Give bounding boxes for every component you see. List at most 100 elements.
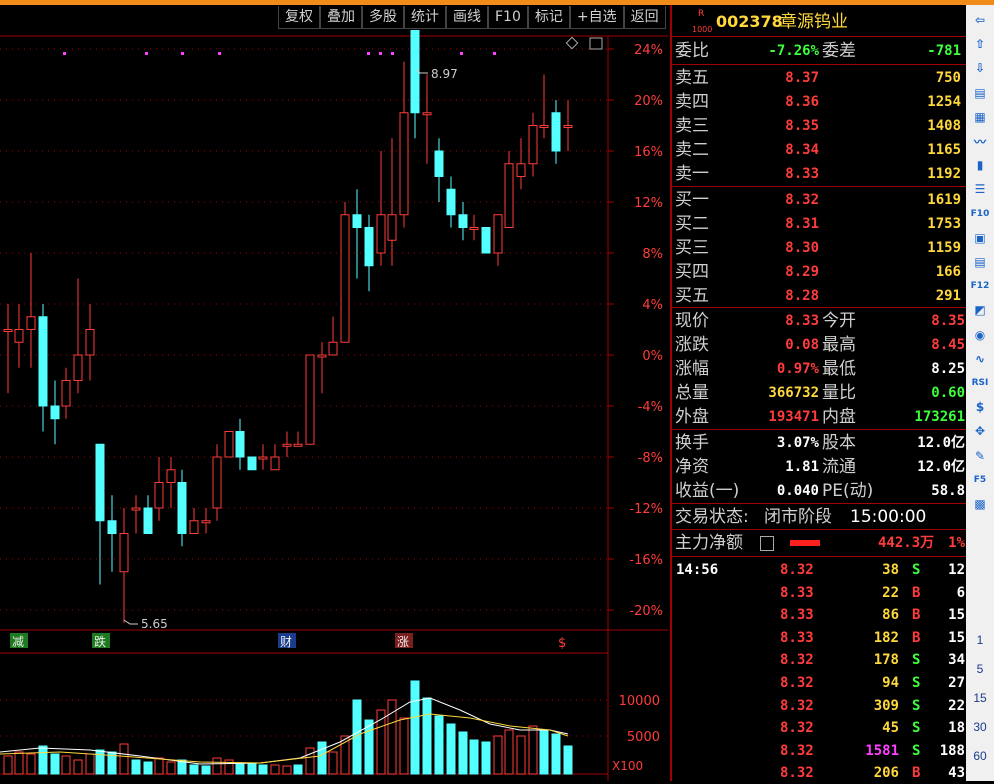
tick-side: S xyxy=(912,562,921,578)
ask-price: 8.37 xyxy=(785,70,819,86)
toolbar-button-8[interactable]: 返回 xyxy=(623,6,666,29)
candle-body xyxy=(212,456,222,509)
radio-icon[interactable]: ◉ xyxy=(969,324,991,346)
toolbar-button-5[interactable]: F10 xyxy=(488,6,528,29)
tick-side: S xyxy=(912,652,921,669)
f12-icon[interactable]: F12 xyxy=(969,275,991,297)
kline-chart[interactable]: 24% 20% 16% 12% 8% 4% 0% -4% -8% -12% -16% -20% 1000… xyxy=(0,30,668,781)
left-arrow-icon[interactable]: ⇦ xyxy=(969,9,991,31)
period-1[interactable]: 1 xyxy=(966,633,994,647)
bid-volume: 1619 xyxy=(927,192,961,208)
weibi-value: -7.26% xyxy=(768,43,819,59)
pct-tick-label: -4% xyxy=(638,400,663,415)
candle-body xyxy=(563,125,573,128)
toolbar-button-0[interactable]: 复权 xyxy=(278,6,320,29)
move-icon[interactable]: ✥ xyxy=(969,420,991,442)
tick-count: 34 xyxy=(948,652,965,669)
toolbar-button-6[interactable]: 标记 xyxy=(527,6,570,29)
bid-price: 8.32 xyxy=(785,192,819,208)
volume-bar xyxy=(212,757,222,775)
candle-icon[interactable]: ▮ xyxy=(969,154,991,176)
quote-label: 总量 xyxy=(675,383,709,403)
candle-body xyxy=(551,112,561,152)
candle-body xyxy=(235,431,245,458)
candle-body xyxy=(154,482,164,509)
period-60[interactable]: 60 xyxy=(966,749,994,763)
window-icon[interactable] xyxy=(589,37,603,50)
volume-bar xyxy=(143,761,153,775)
volume-bar xyxy=(154,757,164,775)
signal-dot xyxy=(460,52,463,55)
tick-volume: 182 xyxy=(873,629,899,646)
candle-body xyxy=(528,125,538,165)
candle-body xyxy=(293,443,303,447)
doc-icon[interactable]: ▣ xyxy=(969,227,991,249)
period-15[interactable]: 15 xyxy=(966,691,994,705)
volume-bar xyxy=(328,751,338,775)
dollar-icon[interactable]: $ xyxy=(969,396,991,418)
candle-body xyxy=(50,405,60,420)
candle-body xyxy=(282,443,292,447)
volume-bar xyxy=(516,735,526,775)
candle-body xyxy=(3,329,13,332)
down-arrow-icon[interactable]: ⇩ xyxy=(969,57,991,79)
volume-bar xyxy=(563,745,573,775)
fund-value: 12.0亿 xyxy=(917,459,965,475)
volume-bar xyxy=(469,739,479,775)
volume-bar xyxy=(201,765,211,775)
f10-icon[interactable]: F10 xyxy=(969,203,991,225)
candle-body xyxy=(95,443,105,522)
candle-body xyxy=(73,354,83,381)
table-icon[interactable]: ▤ xyxy=(969,82,991,104)
candle-body xyxy=(493,214,503,254)
list-icon[interactable] xyxy=(760,536,774,551)
line-chart-icon[interactable]: 〰 xyxy=(969,130,991,152)
fund-label: 净资 xyxy=(675,457,709,477)
high-label: 8.97 xyxy=(431,67,458,81)
toolbar-button-2[interactable]: 多股 xyxy=(362,6,404,29)
fund-value: 3.07% xyxy=(776,435,819,451)
volume-bar xyxy=(317,741,327,775)
tick-count: 22 xyxy=(948,697,965,714)
quote-label: 量比 xyxy=(822,383,856,403)
wave-icon[interactable]: ∿ xyxy=(969,348,991,370)
pen-icon[interactable]: ✎ xyxy=(969,445,991,467)
ask-label: 卖二 xyxy=(675,140,709,160)
volume-unit-label: X100 xyxy=(612,759,643,773)
toolbar-button-7[interactable]: +自选 xyxy=(569,6,624,29)
bid-row: 买二 8.31 1753 xyxy=(672,212,967,236)
ask-price: 8.35 xyxy=(785,118,819,134)
list-icon[interactable]: ☰ xyxy=(969,178,991,200)
tick-side: B xyxy=(912,607,921,624)
app-icon[interactable]: ▩ xyxy=(969,493,991,515)
fund-value: 0.040 xyxy=(776,483,819,499)
toolbar-button-3[interactable]: 统计 xyxy=(404,6,446,29)
fund-label: 收益(一) xyxy=(675,481,740,501)
tick-time: 14:56 xyxy=(676,562,719,578)
volume-bar xyxy=(61,755,71,775)
period-30[interactable]: 30 xyxy=(966,720,994,734)
candle-body xyxy=(399,112,409,216)
diamond-icon[interactable] xyxy=(565,36,579,50)
volume-bar xyxy=(422,697,432,775)
f5-icon[interactable]: F5 xyxy=(969,469,991,491)
ask-label: 卖四 xyxy=(675,92,709,112)
volume-bar xyxy=(270,764,280,775)
toolbar-button-4[interactable]: 画线 xyxy=(446,6,488,29)
candle-body xyxy=(26,316,36,330)
period-5[interactable]: 5 xyxy=(966,662,994,676)
up-arrow-icon[interactable]: ⇧ xyxy=(969,33,991,55)
candle-body xyxy=(201,520,211,524)
quote-row: 总量 366732 量比 0.60 xyxy=(672,381,967,405)
candle-body xyxy=(247,456,257,471)
candle-body xyxy=(317,354,327,358)
toolbar-button-1[interactable]: 叠加 xyxy=(320,6,362,29)
ask-label: 卖五 xyxy=(675,68,709,88)
tick-row: 14:56 8.32 38 S 12 xyxy=(672,559,967,581)
tick-side: S xyxy=(912,742,921,759)
rsi-icon[interactable]: RSI xyxy=(969,372,991,394)
grid-icon[interactable]: ▦ xyxy=(969,106,991,128)
chart-icon[interactable]: ◩ xyxy=(969,299,991,321)
page-icon[interactable]: ▤ xyxy=(969,251,991,273)
volume-bar xyxy=(247,763,257,775)
